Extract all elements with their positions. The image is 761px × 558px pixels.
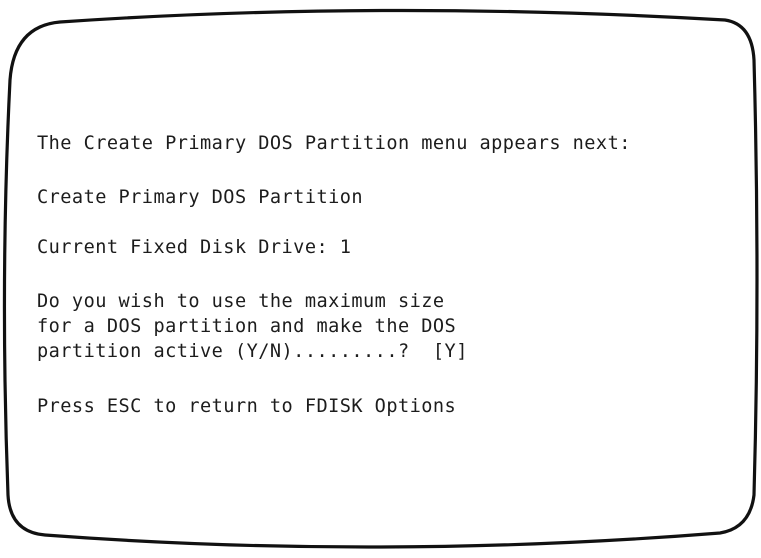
- current-drive-label: Current Fixed Disk Drive: 1: [37, 237, 352, 258]
- yes-no-prompt[interactable]: partition active (Y/N).........? [Y]: [37, 341, 468, 363]
- intro-text: The Create Primary DOS Partition menu ap…: [37, 133, 631, 154]
- dos-text-area: The Create Primary DOS Partition menu ap…: [37, 0, 752, 417]
- question-line: Do you wish to use the maximum size: [37, 291, 445, 312]
- escape-hint: Press ESC to return to FDISK Options: [37, 396, 457, 417]
- menu-title: Create Primary DOS Partition: [37, 187, 364, 208]
- monitor-screen: The Create Primary DOS Partition menu ap…: [0, 0, 761, 558]
- question-line: for a DOS partition and make the DOS: [37, 316, 457, 337]
